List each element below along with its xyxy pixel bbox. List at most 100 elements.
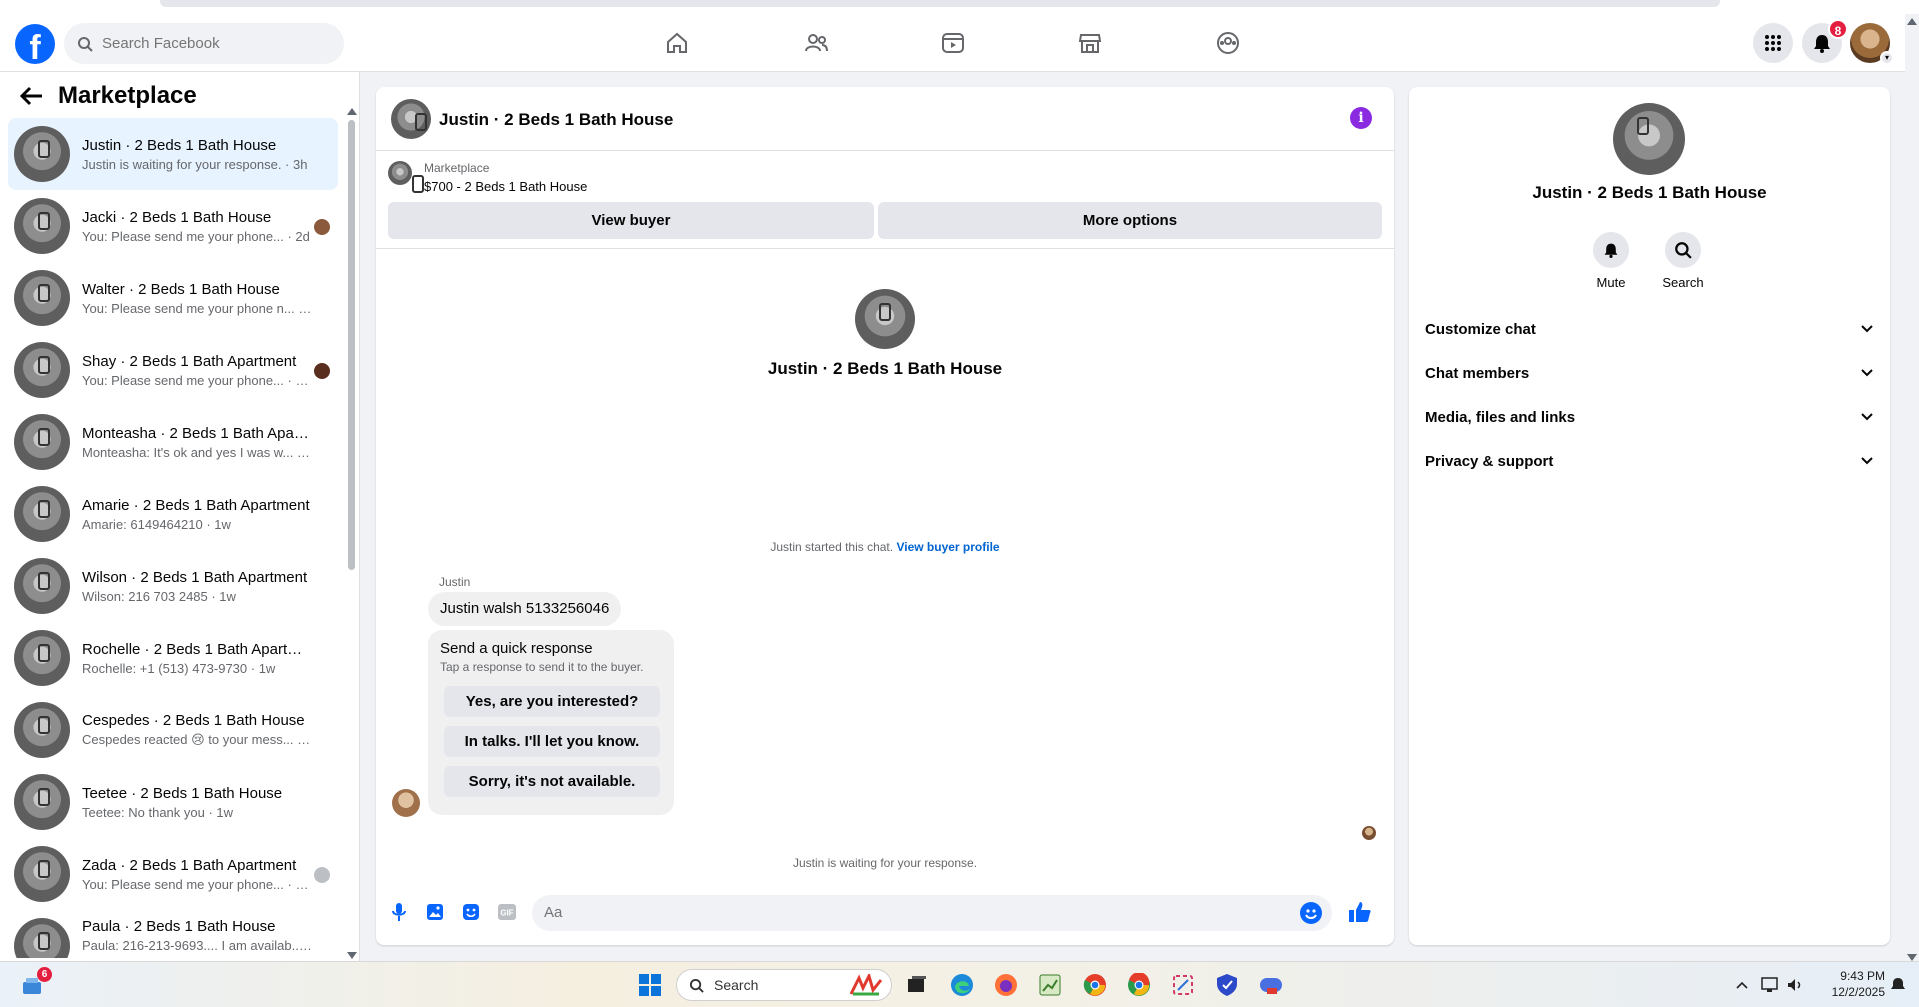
scroll-up-icon[interactable]	[347, 108, 357, 115]
task-view-icon[interactable]	[903, 971, 931, 999]
marketplace-tab[interactable]	[1060, 22, 1120, 64]
quick-response-button[interactable]: Yes, are you interested?	[444, 686, 660, 717]
search-action[interactable]: Search	[1653, 232, 1713, 290]
conversation-item[interactable]: Monteasha · 2 Beds 1 Bath Apart... Montea…	[8, 406, 338, 478]
gif-icon[interactable]: GIF	[496, 901, 518, 923]
grid-menu-icon	[1765, 35, 1781, 51]
conversation-item[interactable]: Jacki · 2 Beds 1 Bath House You: Please s…	[8, 190, 338, 262]
info-name[interactable]: Justin · 2 Beds 1 Bath House	[1409, 183, 1890, 203]
spreadsheet-app-icon[interactable]	[1036, 971, 1064, 999]
chrome-profile-icon[interactable]	[1125, 971, 1153, 999]
quick-response-button[interactable]: In talks. I'll let you know.	[444, 726, 660, 757]
clock-date: 12/2/2025	[1831, 985, 1885, 999]
bell-icon	[1814, 35, 1830, 53]
browser-bar[interactable]	[160, 0, 1720, 7]
quick-response-subtitle: Tap a response to send it to the buyer.	[440, 660, 644, 674]
info-avatar[interactable]	[1613, 103, 1685, 175]
profile-avatar[interactable]	[855, 289, 915, 349]
listing-thumbnail	[388, 161, 424, 193]
volume-icon[interactable]	[1781, 971, 1809, 999]
sidebar-scrollbar[interactable]	[347, 102, 357, 959]
conversation-item[interactable]: Amarie · 2 Beds 1 Bath Apartment Amarie: …	[8, 478, 338, 550]
listing-thumbnail	[14, 270, 70, 326]
groups-tab[interactable]	[1198, 22, 1258, 64]
quick-response-button[interactable]: Sorry, it's not available.	[444, 766, 660, 797]
home-tab[interactable]	[647, 22, 707, 64]
scroll-up-icon[interactable]	[1907, 18, 1917, 25]
chevron-down-icon	[1861, 457, 1873, 465]
clock-time: 9:43 PM	[1840, 969, 1885, 983]
privacy-support-section[interactable]: Privacy & support	[1425, 446, 1873, 476]
scroll-down-icon[interactable]	[347, 952, 357, 959]
search-icon	[689, 978, 704, 993]
thumbs-up-icon[interactable]	[1347, 899, 1373, 925]
emoji-icon[interactable]	[1300, 902, 1322, 924]
view-buyer-profile-link[interactable]: View buyer profile	[896, 540, 999, 554]
conversation-item[interactable]: Teetee · 2 Beds 1 Bath House Teetee: No t…	[8, 766, 338, 838]
page-scrollbar[interactable]	[1905, 14, 1919, 961]
widgets-icon[interactable]: 6	[18, 967, 52, 999]
sticker-icon[interactable]	[460, 901, 482, 923]
windows-start-icon[interactable]	[636, 971, 664, 999]
conversation-item[interactable]: Shay · 2 Beds 1 Bath Apartment You: Pleas…	[8, 334, 338, 406]
conversation-item[interactable]: Paula · 2 Beds 1 Bath House Paula: 216-21…	[8, 910, 338, 958]
chat-members-section[interactable]: Chat members	[1425, 358, 1873, 388]
listing-thumbnail	[14, 774, 70, 830]
conversation-item[interactable]: Wilson · 2 Beds 1 Bath Apartment Wilson: …	[8, 550, 338, 622]
firefox-icon[interactable]	[992, 971, 1020, 999]
conversation-snippet: You: Please send me your phone... · 2d	[82, 228, 310, 244]
taskbar-clock[interactable]: 9:43 PM 12/2/2025	[1815, 968, 1885, 1000]
taskbar-search[interactable]: Search	[676, 969, 892, 1001]
media-files-links-section[interactable]: Media, files and links	[1425, 402, 1873, 432]
message-input-box[interactable]	[532, 895, 1332, 931]
section-label: Media, files and links	[1425, 408, 1576, 426]
game-app-icon[interactable]	[1257, 971, 1285, 999]
search-input[interactable]	[102, 35, 302, 52]
sender-name: Justin	[439, 575, 471, 589]
edge-icon[interactable]	[948, 971, 976, 999]
chat-avatar[interactable]	[391, 99, 431, 139]
listing-bar: Marketplace $700 - 2 Beds 1 Bath House V…	[376, 151, 1394, 249]
more-options-button[interactable]: More options	[878, 202, 1382, 239]
search-facebook[interactable]	[64, 23, 344, 64]
account-avatar[interactable]: ▾	[1850, 23, 1894, 65]
info-icon[interactable]: i	[1350, 107, 1372, 129]
conversation-item[interactable]: Cespedes · 2 Beds 1 Bath House Cespedes r…	[8, 694, 338, 766]
chrome-icon[interactable]	[1081, 971, 1109, 999]
show-hidden-icons-chevron-icon[interactable]	[1728, 971, 1756, 999]
menu-button[interactable]	[1753, 23, 1793, 63]
microphone-icon[interactable]	[388, 901, 410, 923]
snipping-tool-icon[interactable]	[1169, 971, 1197, 999]
marketplace-icon	[1078, 34, 1102, 53]
notification-center-icon[interactable]	[1888, 971, 1908, 999]
chat-profile: Justin · 2 Beds 1 Bath House	[376, 289, 1394, 379]
friends-tab[interactable]	[786, 22, 846, 64]
conversation-snippet: You: Please send me your phone... · 1w	[82, 876, 312, 892]
sender-avatar[interactable]	[392, 789, 420, 817]
widgets-badge: 6	[37, 967, 52, 982]
back-arrow-icon[interactable]	[20, 86, 44, 106]
profile-name[interactable]: Justin · 2 Beds 1 Bath House	[376, 359, 1394, 379]
conversation-item[interactable]: Rochelle · 2 Beds 1 Bath Apartm... Rochel…	[8, 622, 338, 694]
customize-chat-section[interactable]: Customize chat	[1425, 314, 1873, 344]
video-tab[interactable]	[923, 22, 983, 64]
read-receipt-avatar	[1362, 826, 1376, 840]
conversation-item[interactable]: Zada · 2 Beds 1 Bath Apartment You: Pleas…	[8, 838, 338, 910]
scroll-down-icon[interactable]	[1907, 954, 1917, 961]
listing-title[interactable]: $700 - 2 Beds 1 Bath House	[424, 179, 587, 194]
search-icon	[1675, 242, 1692, 259]
scroll-thumb[interactable]	[348, 120, 355, 570]
message-bubble[interactable]: Justin walsh 5133256046	[428, 592, 622, 626]
conversation-item[interactable]: Justin · 2 Beds 1 Bath House Justin is wa…	[8, 118, 338, 190]
vpn-shield-icon[interactable]	[1213, 971, 1241, 999]
conversation-item[interactable]: Walter · 2 Beds 1 Bath House You: Please …	[8, 262, 338, 334]
mute-action[interactable]: Mute	[1581, 232, 1641, 290]
notifications-button[interactable]: 8	[1802, 19, 1848, 63]
search-icon	[78, 36, 93, 52]
chat-title[interactable]: Justin · 2 Beds 1 Bath House	[439, 110, 673, 130]
facebook-logo[interactable]: f	[15, 24, 55, 64]
message-input[interactable]	[544, 904, 1244, 921]
view-buyer-button[interactable]: View buyer	[388, 202, 874, 239]
listing-thumbnail	[14, 918, 70, 958]
photo-icon[interactable]	[424, 901, 446, 923]
